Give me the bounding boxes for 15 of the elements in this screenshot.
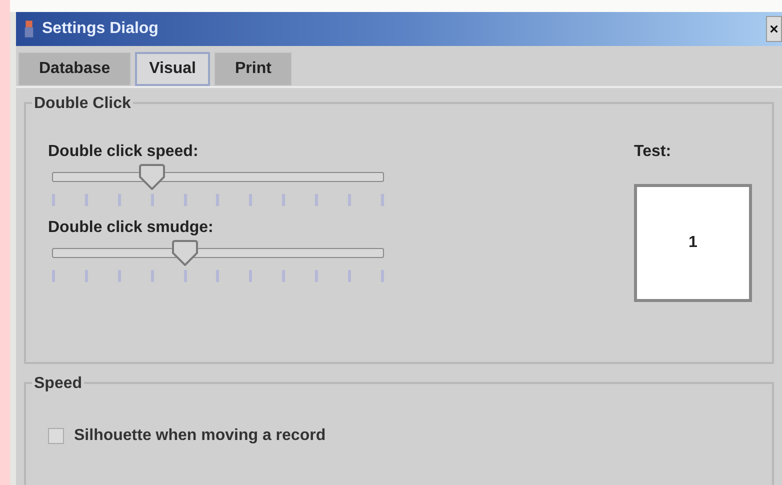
test-label: Test: (634, 142, 672, 162)
test-area[interactable]: 1 (634, 184, 752, 302)
checkbox-label: Silhouette when moving a record (74, 426, 326, 446)
window-title: Settings Dialog (42, 19, 158, 39)
close-icon (770, 25, 778, 33)
slider-label: Double click smudge: (48, 218, 214, 238)
checkbox[interactable] (48, 428, 64, 444)
slider-thumb[interactable] (171, 240, 199, 266)
tab[interactable]: Database (18, 52, 132, 86)
tab[interactable]: Print (214, 52, 292, 86)
slider-thumb[interactable] (138, 164, 166, 190)
app-icon (24, 20, 34, 38)
slider-label: Double click speed: (48, 142, 200, 162)
close-button[interactable] (766, 16, 782, 42)
tab[interactable]: Visual (135, 52, 210, 86)
